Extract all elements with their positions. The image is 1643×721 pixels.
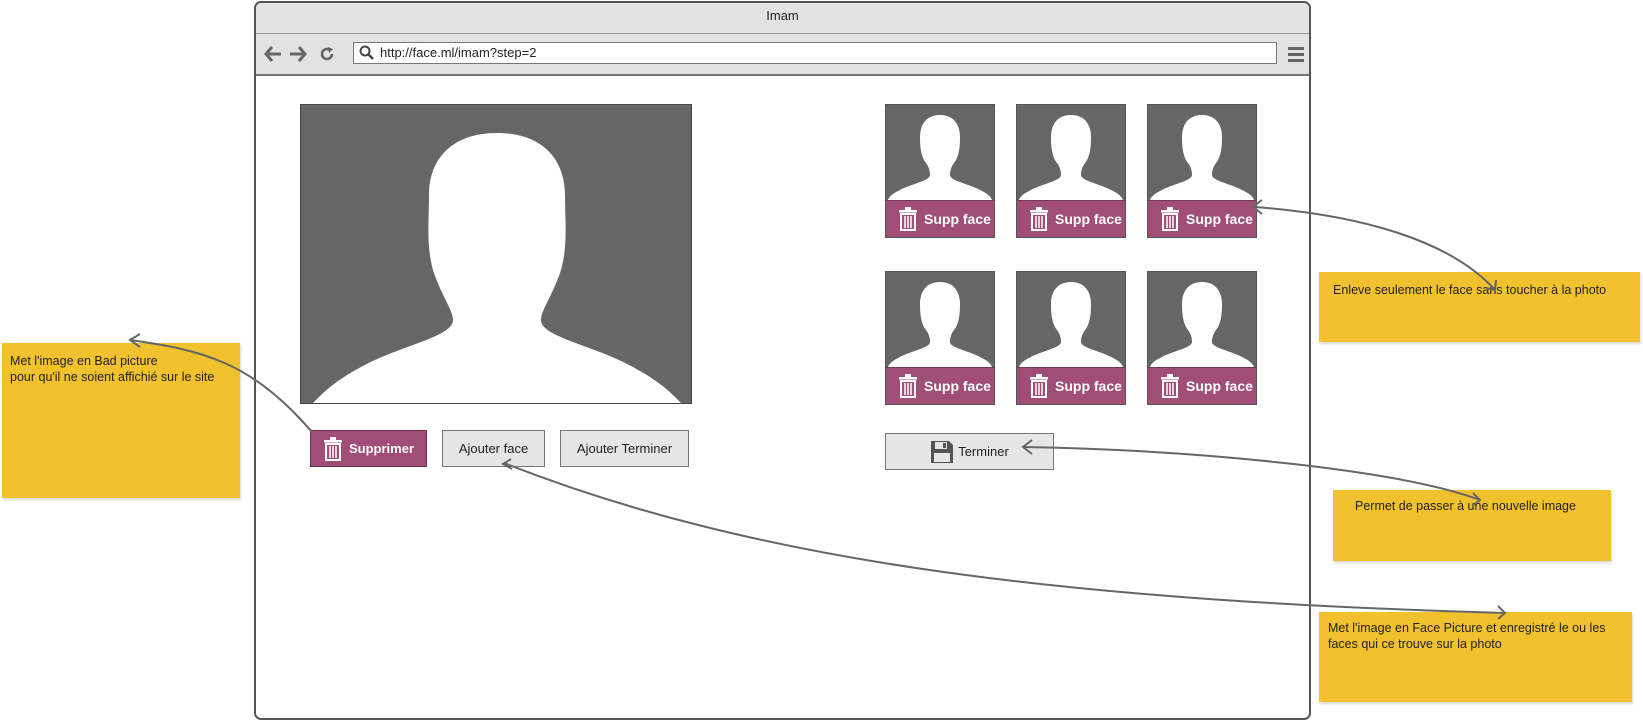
supp-face-label: Supp face [1186,378,1253,394]
note-bad-picture-line1: Met l'image en Bad picture [10,354,158,368]
delete-button-label: Supprimer [348,441,414,456]
reload-icon[interactable] [316,43,338,65]
supp-face-button[interactable]: Supp face [1148,367,1256,404]
person-silhouette-icon [312,133,682,403]
supp-face-label: Supp face [1055,211,1122,227]
supp-face-label: Supp face [1186,211,1253,227]
trash-icon [323,436,342,461]
delete-button[interactable]: Supprimer [310,430,427,467]
note-remove-face: Enleve seulement le face sans toucher à … [1319,272,1640,342]
face-thumbnail [886,105,994,200]
search-icon [359,45,375,67]
trash-icon [1030,207,1048,231]
trash-icon [899,207,917,231]
add-face-button[interactable]: Ajouter face [442,430,545,467]
address-url: http://face.ml/imam?step=2 [380,45,537,60]
supp-face-button[interactable]: Supp face [886,200,994,237]
face-thumbnail [1148,272,1256,367]
person-silhouette-icon [1019,115,1123,200]
face-thumbnail [1017,272,1125,367]
face-card: Supp face [885,104,995,238]
trash-icon [1161,207,1179,231]
add-face-button-label: Ajouter face [458,441,529,456]
note-face-picture-text: Met l'image en Face Picture et enregistr… [1328,621,1606,651]
face-card: Supp face [1147,104,1257,238]
supp-face-label: Supp face [1055,378,1122,394]
note-next-image: Permet de passer à une nouvelle image [1333,490,1611,561]
finish-button-label: Terminer [958,444,1009,459]
trash-icon [899,374,917,398]
finish-button[interactable]: Terminer [885,433,1054,470]
supp-face-label: Supp face [924,211,991,227]
add-finish-button[interactable]: Ajouter Terminer [560,430,689,467]
note-remove-face-text: Enleve seulement le face sans toucher à … [1333,283,1607,297]
face-card: Supp face [885,271,995,405]
supp-face-button[interactable]: Supp face [1017,200,1125,237]
supp-face-label: Supp face [924,378,991,394]
forward-arrow-icon[interactable] [287,43,309,65]
address-bar[interactable]: http://face.ml/imam?step=2 [353,42,1277,64]
window-titlebar: Imam [256,3,1309,34]
face-card: Supp face [1016,271,1126,405]
note-face-picture: Met l'image en Face Picture et enregistr… [1319,612,1632,702]
note-bad-picture-line2: pour qu'il ne soient affichié sur le sit… [10,370,215,384]
face-thumbnail [1148,105,1256,200]
trash-icon [1030,374,1048,398]
save-icon [931,440,954,463]
person-silhouette-icon [888,282,992,367]
person-silhouette-icon [1019,282,1123,367]
face-card: Supp face [1147,271,1257,405]
window-title: Imam [766,8,799,23]
supp-face-button[interactable]: Supp face [1017,367,1125,404]
note-bad-picture: Met l'image en Bad picture pour qu'il ne… [2,343,240,498]
face-thumbnail [886,272,994,367]
back-arrow-icon[interactable] [262,43,284,65]
supp-face-button[interactable]: Supp face [1148,200,1256,237]
person-silhouette-icon [1150,282,1254,367]
add-finish-button-label: Ajouter Terminer [576,441,673,456]
face-card: Supp face [1016,104,1126,238]
trash-icon [1161,374,1179,398]
person-silhouette-icon [888,115,992,200]
browser-toolbar: http://face.ml/imam?step=2 [256,34,1309,76]
hamburger-menu-icon[interactable] [1287,45,1305,63]
person-silhouette-icon [1150,115,1254,200]
supp-face-button[interactable]: Supp face [886,367,994,404]
main-photo [300,104,692,404]
note-next-image-text: Permet de passer à une nouvelle image [1355,499,1576,513]
face-thumbnail [1017,105,1125,200]
